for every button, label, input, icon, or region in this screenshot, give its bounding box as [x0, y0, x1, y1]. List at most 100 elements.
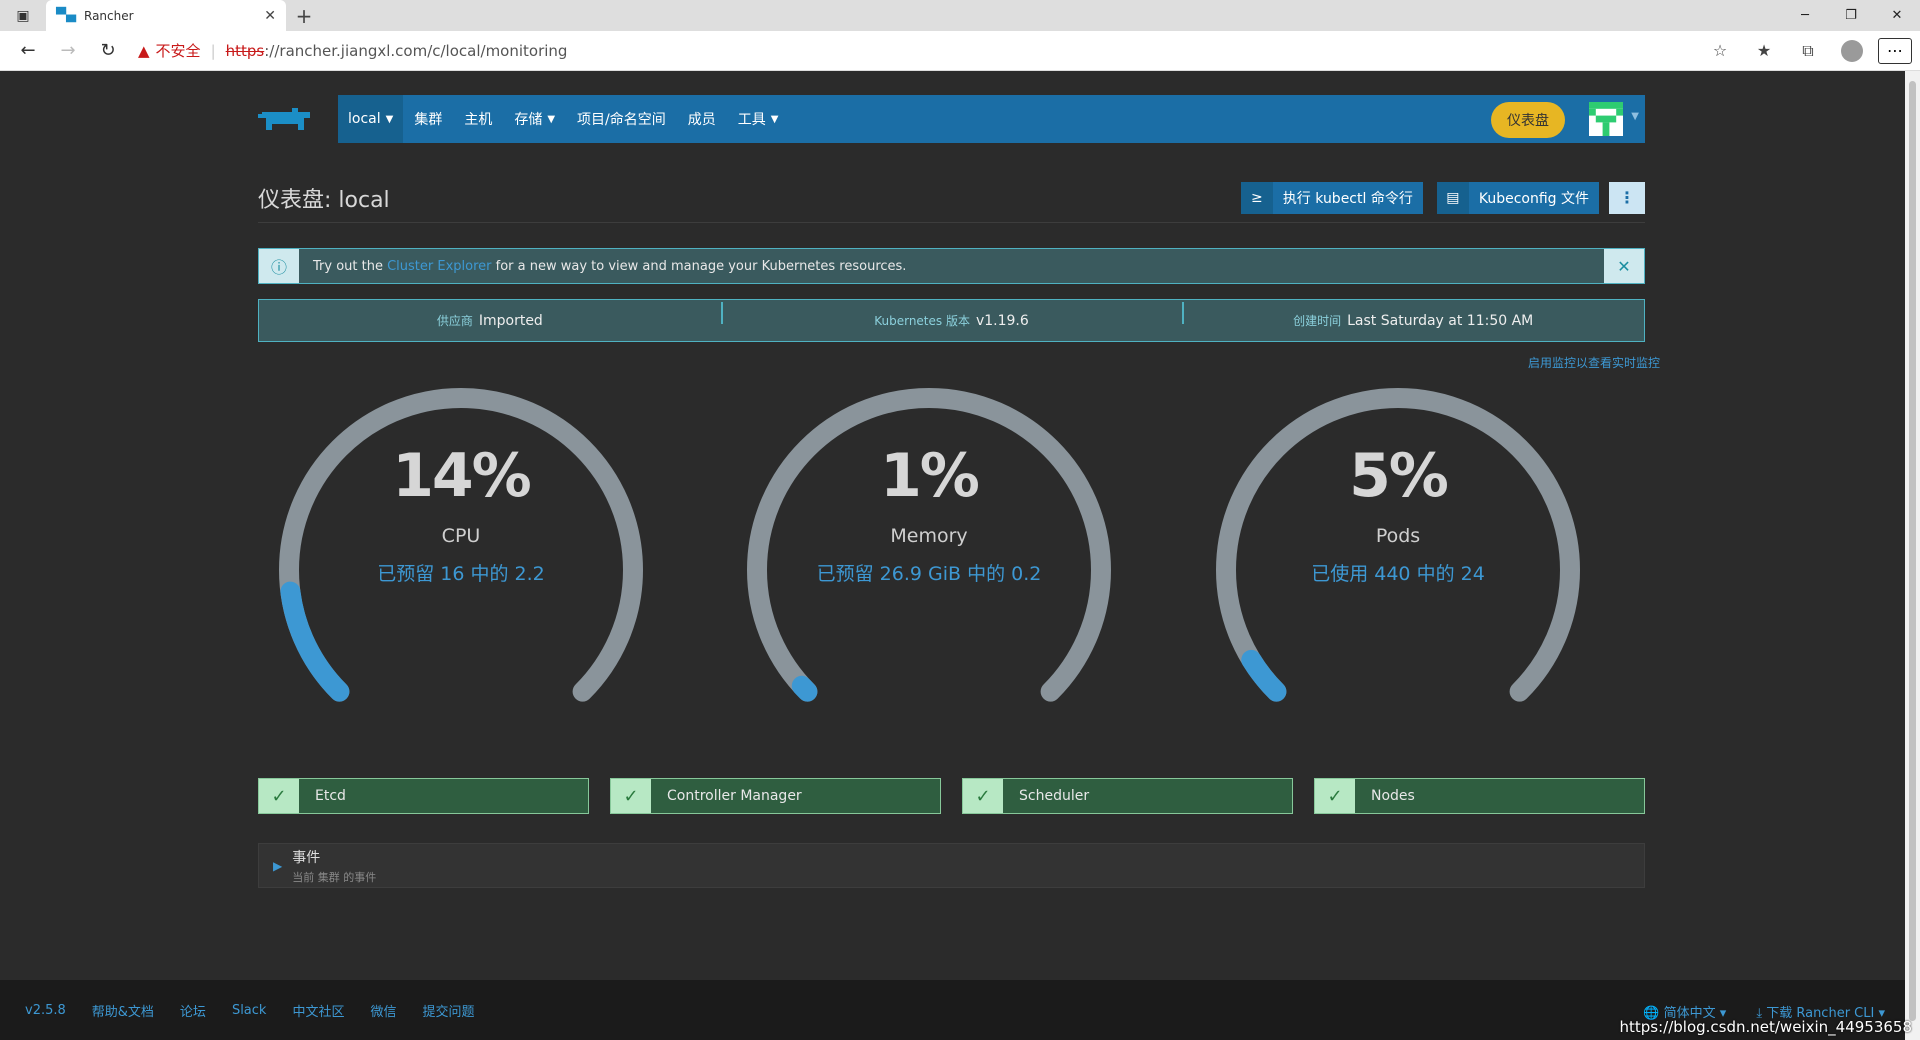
rancher-top-nav: local ▼ 集群 主机 存储 ▼ 项目/命名空间 成员 工具 ▼ 仪表盘 ▼: [258, 95, 1645, 143]
favorites-icon[interactable]: ★: [1742, 35, 1786, 67]
cluster-name: local: [348, 111, 381, 127]
check-icon: ✓: [611, 779, 651, 813]
tab-title: Rancher: [84, 8, 134, 23]
nav-label: 主机: [464, 112, 493, 128]
banner-suffix: for a new way to view and manage your Ku…: [491, 258, 907, 274]
profile-icon[interactable]: [1830, 35, 1874, 67]
cluster-explorer-link[interactable]: Cluster Explorer: [387, 259, 491, 274]
wechat-link[interactable]: 微信: [370, 1001, 396, 1020]
window-controls: ─ ❐ ✕: [1782, 0, 1920, 31]
nav-bar: local ▼ 集群 主机 存储 ▼ 项目/命名空间 成员 工具 ▼ 仪表盘 ▼: [338, 95, 1645, 143]
cluster-switcher[interactable]: local ▼: [338, 95, 404, 143]
status-scheduler: ✓ Scheduler: [962, 778, 1293, 814]
version-link[interactable]: v2.5.8: [25, 1003, 66, 1018]
cluster-info-strip: 供应商 Imported Kubernetes 版本 v1.19.6 创建时间 Las…: [258, 299, 1645, 342]
page-title: 仪表盘: local: [258, 187, 390, 213]
gauge-fill: [791, 675, 818, 702]
events-panel[interactable]: ▶ 事件 当前 集群 的事件: [258, 843, 1645, 888]
close-window-icon[interactable]: ✕: [1874, 0, 1920, 31]
status-label: Etcd: [315, 788, 346, 804]
reload-icon[interactable]: ↻: [88, 35, 128, 67]
close-tab-icon[interactable]: ✕: [264, 8, 276, 24]
component-status-row: ✓ Etcd ✓ Controller Manager ✓ Scheduler ✓ No…: [258, 778, 1645, 814]
kubeconfig-button[interactable]: ▤ Kubeconfig 文件: [1436, 181, 1599, 214]
events-subtitle: 当前 集群 的事件: [292, 870, 377, 884]
k8s-version-info: Kubernetes 版本 v1.19.6: [720, 302, 1183, 329]
provider-value: Imported: [478, 313, 543, 329]
dashboard-button[interactable]: 仪表盘: [1491, 102, 1565, 138]
nav-item-clusters[interactable]: 集群: [403, 95, 453, 143]
gauge-detail: 已使用 440 中的 24: [1311, 563, 1485, 585]
check-icon: ✓: [259, 779, 299, 813]
kubectl-button[interactable]: ≥ 执行 kubectl 命令行: [1240, 181, 1423, 214]
forum-link[interactable]: 论坛: [180, 1001, 206, 1020]
status-controller-manager: ✓ Controller Manager: [610, 778, 941, 814]
user-menu-chevron-icon[interactable]: ▼: [1631, 111, 1639, 122]
file-issue-link[interactable]: 提交问题: [422, 1001, 474, 1020]
nav-item-members[interactable]: 成员: [677, 95, 727, 143]
status-nodes: ✓ Nodes: [1314, 778, 1645, 814]
kubectl-label: 执行 kubectl 命令行: [1282, 190, 1413, 207]
url-field[interactable]: ▲ 不安全 | https ://rancher.jiangxl.com/c/l…: [138, 35, 1698, 67]
info-banner: ⓘ Try out the Cluster Explorer for a new…: [258, 248, 1645, 284]
chevron-down-icon: ▼: [770, 113, 779, 125]
gauge-fill: [280, 581, 350, 702]
warning-icon: ▲: [138, 41, 150, 60]
check-icon: ✓: [963, 779, 1003, 813]
chinese-community-link[interactable]: 中文社区: [292, 1001, 344, 1020]
collections-icon[interactable]: ⧉: [1786, 35, 1830, 67]
nav-label: 项目/命名空间: [577, 112, 666, 128]
created-value: Last Saturday at 11:50 AM: [1347, 313, 1534, 329]
nav-item-hosts[interactable]: 主机: [453, 95, 503, 143]
more-actions-icon[interactable]: ⋮: [1609, 181, 1645, 214]
back-icon[interactable]: ←: [8, 35, 48, 67]
gauge-detail: 已预留 16 中的 2.2: [377, 563, 545, 585]
nav-label: 成员: [687, 112, 716, 128]
nav-item-projects[interactable]: 项目/命名空间: [566, 95, 677, 143]
check-icon: ✓: [1315, 779, 1355, 813]
banner-prefix: Try out the: [313, 258, 388, 274]
vertical-scrollbar[interactable]: [1905, 71, 1920, 1040]
new-tab-icon[interactable]: +: [286, 0, 322, 31]
tab-actions-icon[interactable]: ▣: [0, 0, 46, 31]
provider-info: 供应商 Imported: [259, 312, 721, 329]
status-label: Nodes: [1371, 788, 1415, 804]
kubeconfig-label: Kubeconfig 文件: [1478, 190, 1589, 207]
identicon-icon: [1589, 102, 1623, 136]
browser-menu-icon[interactable]: ⋯: [1878, 37, 1912, 64]
gauge-percent: 1%: [880, 441, 980, 511]
watermark: https://blog.csdn.net/weixin_44953658: [1619, 1018, 1912, 1036]
user-avatar[interactable]: [1589, 102, 1623, 136]
status-etcd: ✓ Etcd: [258, 778, 589, 814]
banner-text: Try out the Cluster Explorer for a new w…: [299, 259, 1604, 274]
help-docs-link[interactable]: 帮助&文档: [92, 1001, 154, 1020]
terminal-icon: ≥: [1240, 181, 1273, 214]
pods-gauge: 5% Pods 已使用 440 中的 24: [1163, 385, 1633, 702]
nav-label: 存储: [514, 112, 543, 128]
slack-link[interactable]: Slack: [232, 1003, 267, 1018]
nav-item-tools[interactable]: 工具 ▼: [727, 95, 790, 143]
status-label: Controller Manager: [667, 788, 802, 804]
rancher-logo-icon[interactable]: [258, 95, 338, 143]
minimize-icon[interactable]: ─: [1782, 0, 1828, 31]
k8s-version-value: v1.19.6: [975, 313, 1029, 329]
status-label: Scheduler: [1019, 788, 1090, 804]
restore-icon[interactable]: ❐: [1828, 0, 1874, 31]
gauge-percent: 14%: [392, 441, 532, 511]
gauge-percent: 5%: [1349, 441, 1449, 511]
chevron-down-icon: ▼: [385, 113, 394, 125]
nav-label: 集群: [414, 112, 443, 128]
enable-monitoring-link[interactable]: 启用监控以查看实时监控: [1528, 354, 1660, 371]
url-separator: |: [210, 41, 216, 60]
close-banner-icon[interactable]: ✕: [1604, 249, 1644, 283]
expand-triangle-icon[interactable]: ▶: [273, 859, 282, 873]
chevron-down-icon: ▼: [547, 113, 556, 125]
info-icon: ⓘ: [259, 249, 299, 283]
k8s-version-label: Kubernetes 版本: [874, 314, 970, 328]
forward-icon[interactable]: →: [48, 35, 88, 67]
nav-label: 工具: [737, 112, 766, 128]
gauge-detail: 已预留 26.9 GiB 中的 0.2: [816, 563, 1042, 585]
add-favorite-icon[interactable]: ☆: [1698, 35, 1742, 67]
nav-item-storage[interactable]: 存储 ▼: [503, 95, 566, 143]
browser-tab[interactable]: ▀▄ Rancher ✕: [46, 0, 286, 31]
